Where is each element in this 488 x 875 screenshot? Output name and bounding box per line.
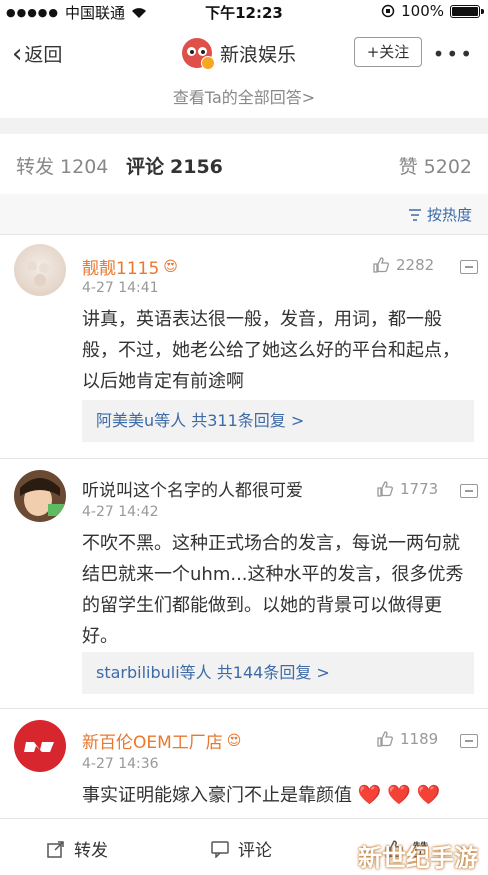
tab-bar: 转发 1204 评论 2156 赞 5202 (0, 134, 488, 194)
sina-entertainment-logo (182, 38, 215, 70)
thumbs-up-icon (377, 731, 393, 747)
comment-time: 4-27 14:36 (82, 756, 159, 772)
sort-bar: 按热度 (0, 194, 488, 234)
comment-text: 讲真，英语表达很一般，发音，用词，都一般般，不过，她老公给了她这么好的平台和起点… (82, 309, 460, 392)
comment-icon (211, 840, 229, 858)
comment-username[interactable]: 听说叫这个名字的人都很可爱 (82, 476, 303, 501)
nav-bar: ‹ 返回 新浪娱乐 +关注 ••• (0, 22, 488, 84)
reply-users: 阿美美u等人 (96, 411, 187, 430)
reply-icon[interactable] (460, 734, 478, 748)
badge-icon: 😍 (163, 258, 178, 275)
back-button[interactable]: ‹ 返回 (12, 40, 62, 67)
section-divider (0, 118, 488, 134)
reply-users: starbilibuli等人 (96, 663, 212, 682)
badge-icon: 😍 (226, 732, 242, 749)
page-title: 新浪娱乐 (220, 43, 297, 66)
tab-comments[interactable]: 评论 2156 (126, 152, 223, 179)
like-button[interactable]: 1189 (376, 730, 438, 748)
battery-icon (450, 4, 484, 18)
battery-level (452, 6, 478, 16)
reply-summary[interactable]: 阿美美u等人 共311条回复 > (82, 400, 474, 442)
verified-badge-icon (201, 56, 215, 70)
more-options-icon[interactable]: ••• (433, 42, 474, 66)
comment-button[interactable]: 评论 (210, 836, 272, 861)
comment-time: 4-27 14:41 (82, 280, 159, 296)
tab-likes[interactable]: 赞 5202 (399, 152, 472, 179)
like-count: 1773 (400, 480, 439, 498)
follow-button[interactable]: +关注 (354, 37, 422, 67)
comment-username[interactable]: 新百伦OEM工厂店 😍 (82, 728, 242, 754)
status-bar: ●●●●● 中国联通 下午12:23 100% (0, 0, 488, 22)
like-count: 2282 (396, 256, 435, 274)
like-button[interactable]: 2282 (372, 256, 434, 274)
heart-icon: ❤️ (357, 784, 382, 806)
chevron-left-icon: ‹ (12, 38, 23, 69)
reply-count: 共144条回复 > (216, 663, 330, 682)
repost-button[interactable]: 转发 (46, 836, 108, 861)
comment-time: 4-27 14:42 (82, 504, 159, 520)
avatar[interactable] (14, 244, 66, 296)
rotation-lock-icon (381, 4, 395, 18)
reply-summary[interactable]: starbilibuli等人 共144条回复 > (82, 652, 474, 694)
view-all-answers-link[interactable]: 查看Ta的全部回答> (0, 84, 488, 107)
comment-text: 事实证明能嫁入豪门不止是靠颜值 ❤️ ❤️ ❤️ (82, 784, 441, 806)
heart-icon: ❤️ (416, 784, 441, 806)
comment-username[interactable]: 靓靓1115 😍 (82, 254, 178, 280)
avatar[interactable] (14, 470, 66, 522)
back-label: 返回 (24, 44, 63, 66)
thumbs-up-icon (377, 481, 393, 497)
account-header[interactable]: 新浪娱乐 (182, 38, 297, 70)
watermark: 新世纪手游 (358, 844, 478, 872)
sort-by-popularity[interactable]: 按热度 (407, 204, 472, 225)
sort-icon (408, 208, 421, 221)
battery-percent: 100% (401, 2, 444, 20)
share-icon (47, 840, 64, 858)
like-button[interactable]: 1773 (376, 480, 438, 498)
reply-count: 共311条回复 > (191, 411, 305, 430)
like-count: 1189 (400, 730, 439, 748)
comment-text: 不吹不黑。这种正式场合的发言，每说一两句就结巴就来一个uhm...这种水平的发言… (82, 533, 464, 647)
avatar[interactable] (14, 720, 66, 772)
heart-icon: ❤️ (387, 784, 411, 806)
reply-icon[interactable] (460, 260, 478, 274)
thumbs-up-icon (373, 257, 389, 273)
reply-icon[interactable] (460, 484, 478, 498)
tab-repost[interactable]: 转发 1204 (16, 152, 108, 179)
